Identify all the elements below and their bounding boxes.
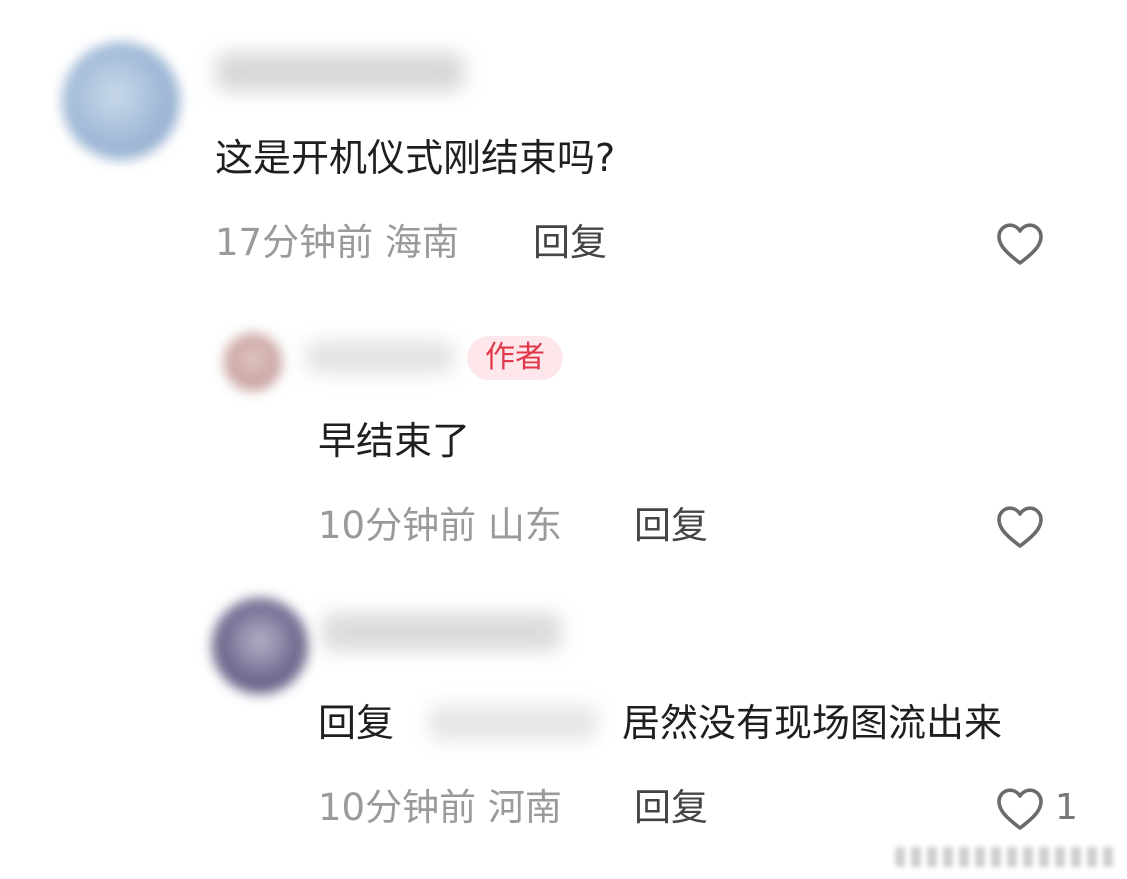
like-heart-icon[interactable] bbox=[996, 222, 1044, 266]
comment-text: 早结束了 bbox=[318, 419, 471, 463]
watermark-blurred bbox=[895, 847, 1115, 867]
username-blurred[interactable] bbox=[305, 340, 455, 374]
comment-time: 10分钟前 bbox=[318, 786, 477, 829]
username-blurred[interactable] bbox=[215, 52, 465, 92]
like-count: 1 bbox=[1055, 787, 1078, 828]
avatar[interactable] bbox=[62, 42, 180, 160]
comment-meta: 17分钟前 海南 bbox=[215, 220, 459, 266]
author-badge: 作者 bbox=[467, 336, 563, 380]
username-blurred[interactable] bbox=[322, 612, 562, 652]
reply-prefix: 回复 bbox=[318, 701, 395, 745]
comment-text: 这是开机仪式刚结束吗? bbox=[215, 136, 616, 180]
comment-time: 10分钟前 bbox=[318, 504, 477, 547]
comment-location: 海南 bbox=[384, 221, 459, 264]
replied-user-blurred[interactable] bbox=[428, 705, 598, 741]
like-heart-icon[interactable] bbox=[996, 505, 1044, 549]
comment-location: 山东 bbox=[487, 504, 562, 547]
reply-button[interactable]: 回复 bbox=[634, 785, 708, 831]
avatar[interactable] bbox=[224, 333, 282, 391]
comment-location: 河南 bbox=[487, 786, 562, 829]
reply-button[interactable]: 回复 bbox=[533, 220, 607, 266]
comment-time: 17分钟前 bbox=[215, 221, 374, 264]
comment-text: 居然没有现场图流出来 bbox=[622, 701, 1003, 745]
comment-meta: 10分钟前 山东 bbox=[318, 503, 562, 549]
comment-meta: 10分钟前 河南 bbox=[318, 785, 562, 831]
like-heart-icon[interactable] bbox=[996, 787, 1044, 831]
reply-button[interactable]: 回复 bbox=[634, 503, 708, 549]
avatar[interactable] bbox=[212, 598, 308, 694]
